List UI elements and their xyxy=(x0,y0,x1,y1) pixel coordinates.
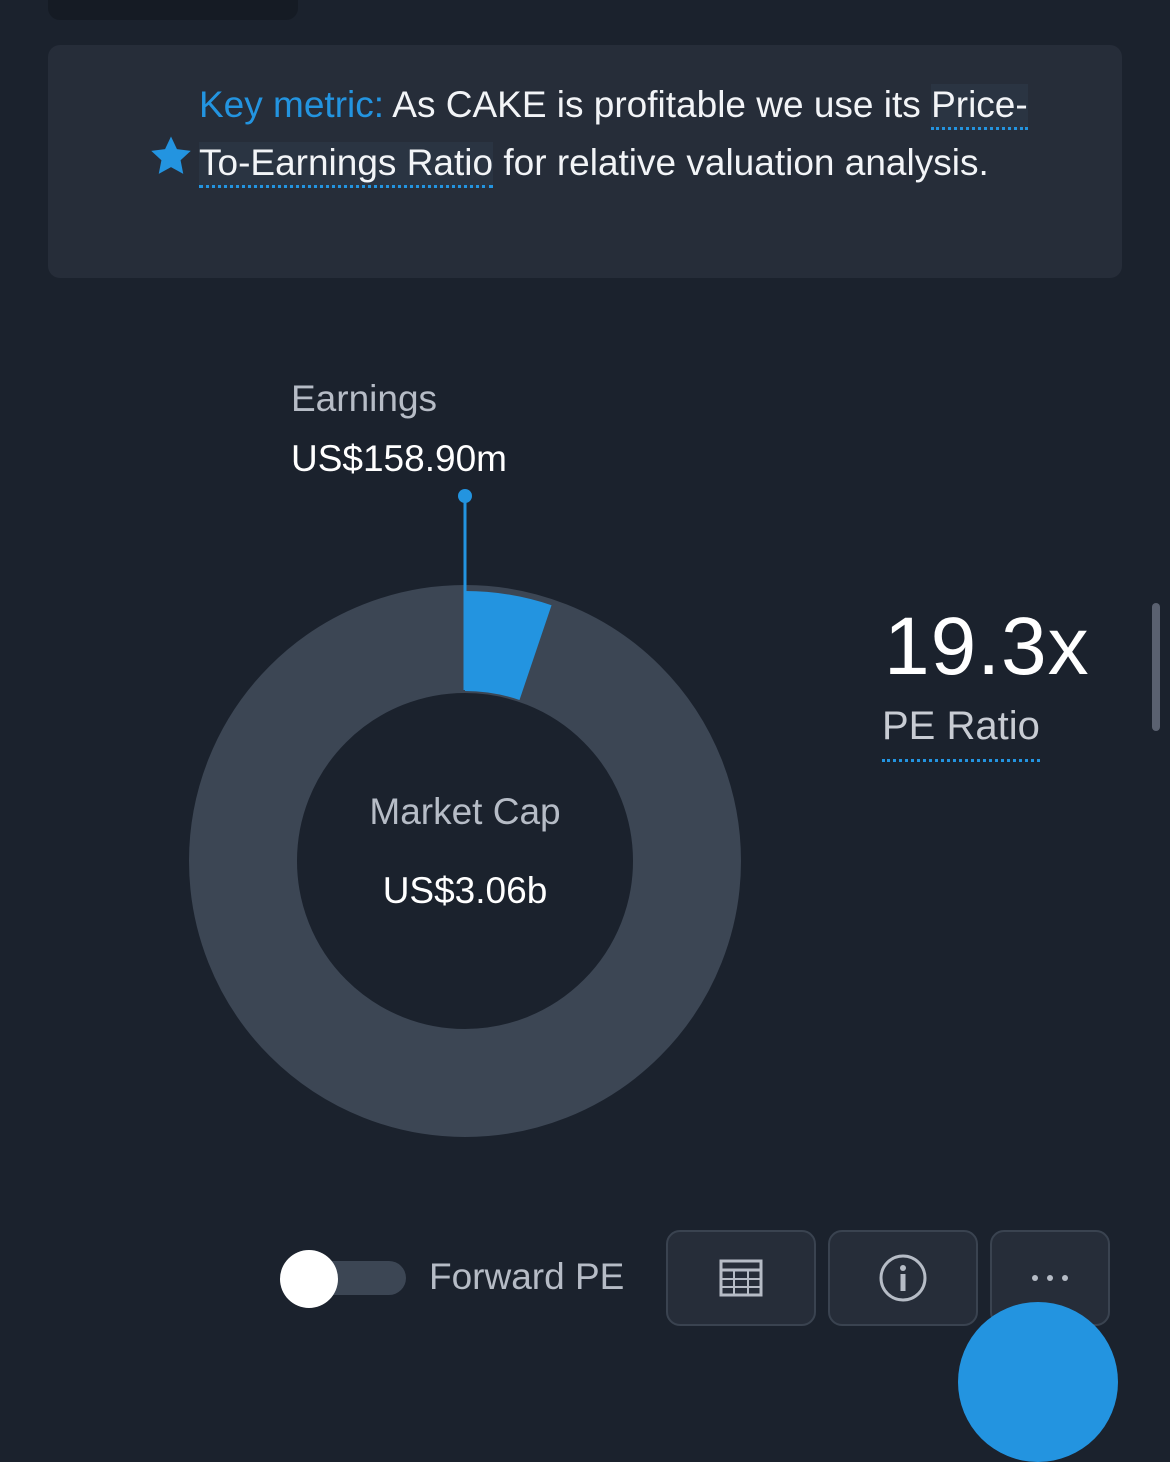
info-button[interactable] xyxy=(828,1230,978,1326)
donut-ring xyxy=(189,585,741,1137)
earnings-value: US$158.90m xyxy=(291,438,507,479)
forward-pe-label: Forward PE xyxy=(429,1256,625,1297)
pe-ratio-label[interactable]: PE Ratio xyxy=(882,704,1040,762)
market-cap-value: US$3.06b xyxy=(382,870,548,911)
earnings-pointer-dot xyxy=(458,489,472,503)
more-icon xyxy=(1032,1275,1068,1281)
info-icon xyxy=(879,1254,927,1302)
table-view-button[interactable] xyxy=(666,1230,816,1326)
earnings-title: Earnings xyxy=(291,378,438,419)
market-cap-title: Market Cap xyxy=(369,791,561,832)
scrollbar[interactable] xyxy=(1152,603,1160,731)
floating-action-button[interactable] xyxy=(958,1302,1118,1462)
toggle-knob xyxy=(280,1250,338,1308)
forward-pe-toggle[interactable] xyxy=(280,1250,406,1308)
table-icon xyxy=(719,1259,763,1297)
pe-ratio-value: 19.3x xyxy=(884,601,1090,692)
